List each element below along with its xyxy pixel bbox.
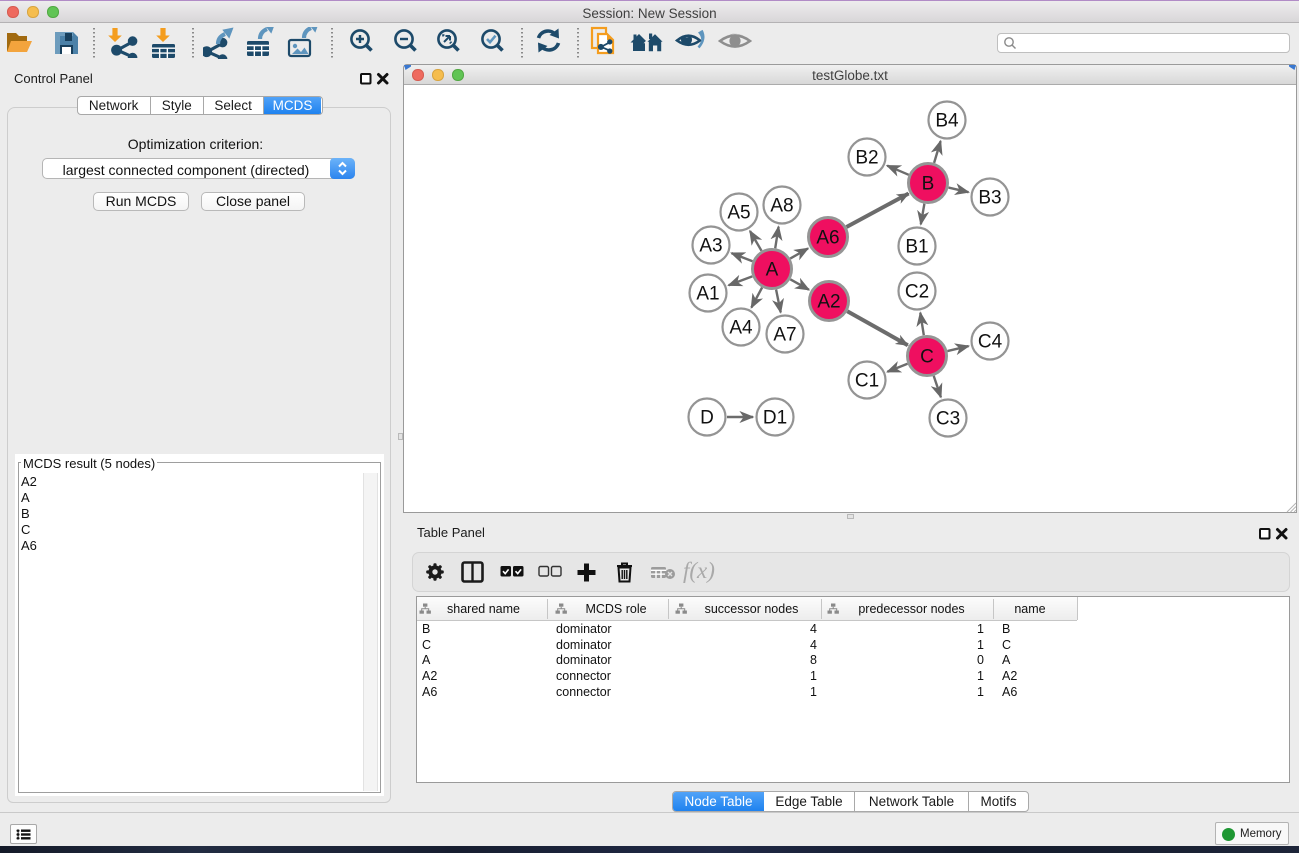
svg-text:C4: C4 — [978, 332, 1003, 353]
svg-text:A5: A5 — [727, 203, 750, 224]
svg-text:B: B — [922, 174, 935, 195]
svg-text:C1: C1 — [855, 371, 879, 392]
svg-text:D1: D1 — [763, 408, 787, 429]
svg-text:B2: B2 — [855, 148, 878, 169]
svg-text:B3: B3 — [978, 188, 1001, 209]
svg-text:C2: C2 — [905, 282, 929, 303]
svg-text:A7: A7 — [773, 325, 796, 346]
svg-text:C3: C3 — [936, 409, 960, 430]
svg-text:A2: A2 — [817, 292, 840, 313]
svg-text:A6: A6 — [816, 228, 839, 249]
svg-text:A8: A8 — [770, 196, 793, 217]
svg-text:A3: A3 — [699, 236, 722, 257]
svg-text:A4: A4 — [729, 318, 753, 339]
svg-text:B1: B1 — [905, 237, 928, 258]
svg-text:A: A — [766, 260, 779, 281]
svg-text:C: C — [920, 347, 934, 368]
svg-text:B4: B4 — [935, 111, 959, 132]
svg-text:A1: A1 — [696, 284, 719, 305]
svg-text:D: D — [700, 408, 714, 429]
